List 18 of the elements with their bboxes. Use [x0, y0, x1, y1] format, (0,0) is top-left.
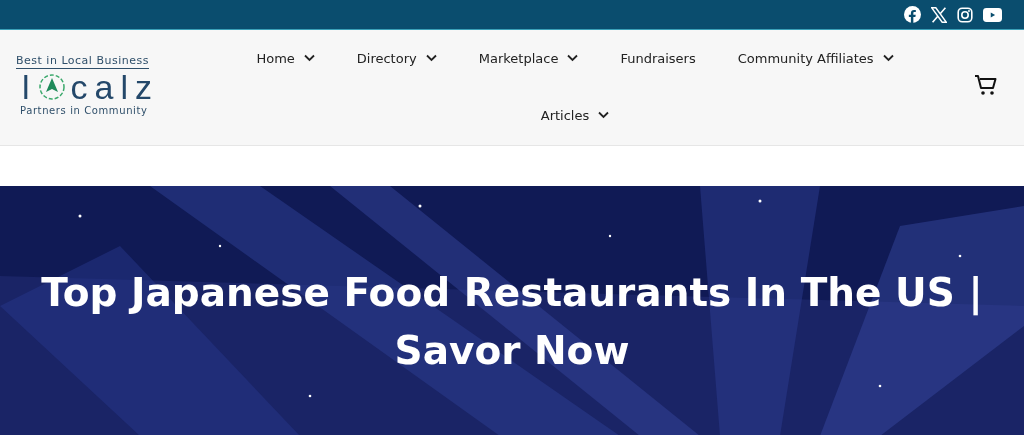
nav-link[interactable]: Articles	[540, 101, 610, 129]
nav-link[interactable]: Directory	[356, 44, 437, 72]
nav-link[interactable]: Home	[256, 44, 315, 72]
compass-icon	[36, 72, 67, 102]
nav-link[interactable]: Fundraisers	[620, 44, 696, 72]
nav-link[interactable]: Marketplace	[478, 44, 579, 72]
logo[interactable]: Best in Local Business l calz Partners in Community	[16, 54, 176, 116]
facebook-icon[interactable]	[904, 6, 921, 23]
logo-wordmark: calz	[70, 69, 160, 105]
logo-tagline: Best in Local Business	[16, 54, 149, 69]
instagram-icon[interactable]	[957, 6, 973, 23]
youtube-icon[interactable]	[983, 7, 1002, 22]
logo-wordmark: l	[22, 69, 37, 105]
cart-icon[interactable]	[974, 74, 998, 96]
nav-link[interactable]: Community Affiliates	[737, 44, 894, 72]
logo-tagline: Partners in Community	[20, 105, 148, 116]
x-icon[interactable]	[931, 6, 947, 23]
page-title: Top Japanese Food Restaurants In The US | Savor Now	[40, 269, 984, 375]
